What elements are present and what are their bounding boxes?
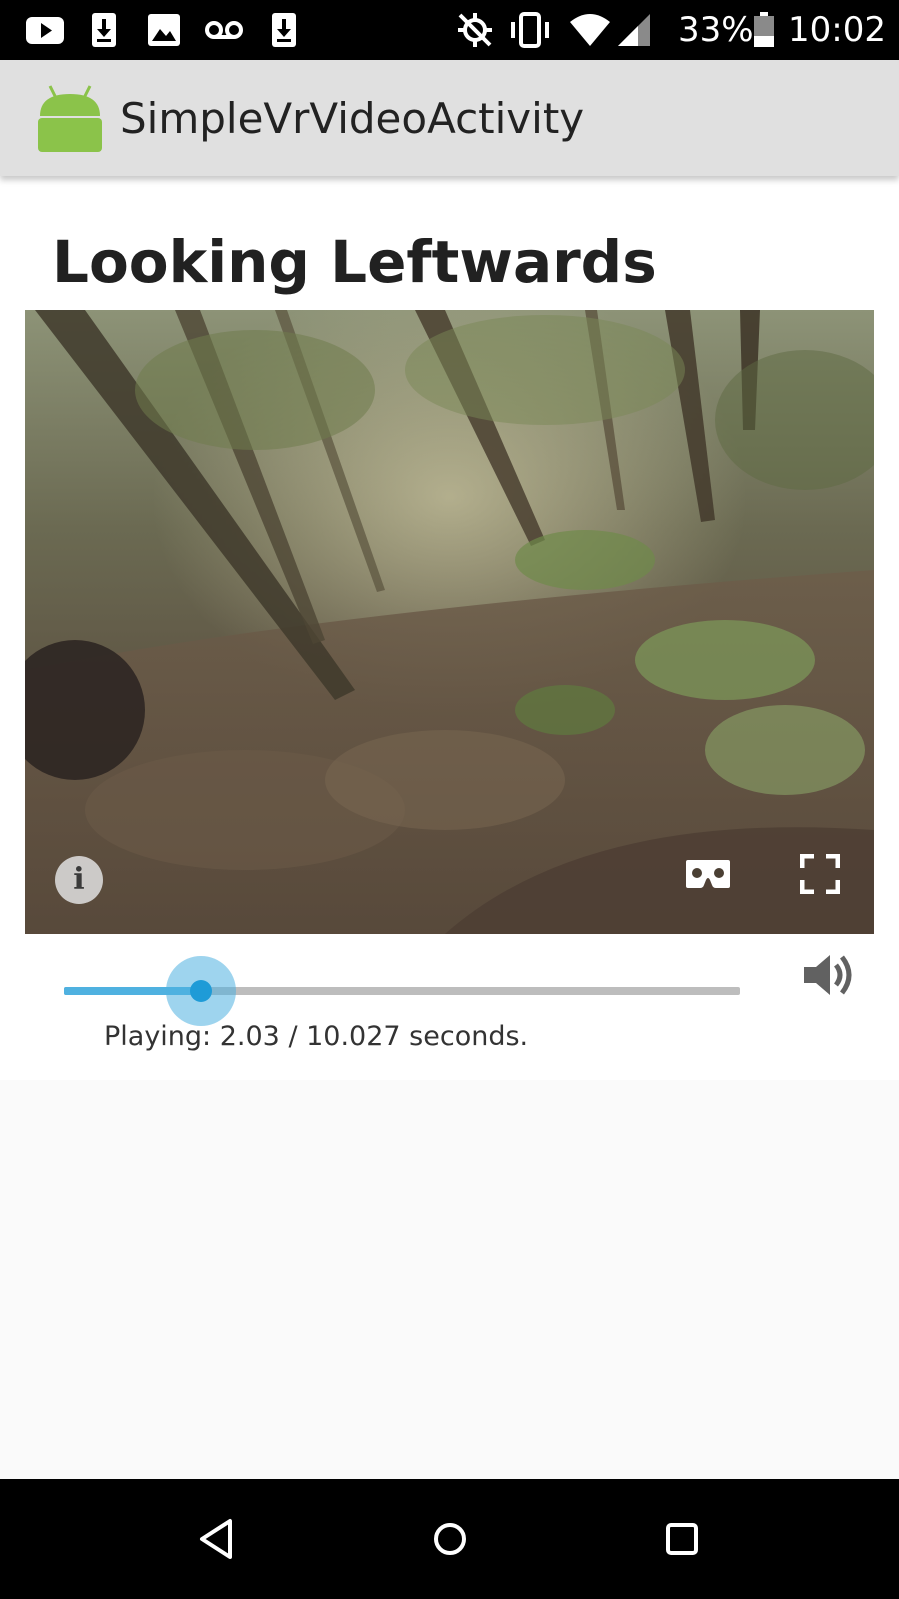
volume-icon[interactable] (800, 947, 856, 1003)
app-title: SimpleVrVideoActivity (120, 94, 585, 143)
recents-icon[interactable] (656, 1513, 708, 1565)
status-bar: 33% 10:02 (0, 0, 899, 60)
back-icon[interactable] (192, 1513, 244, 1565)
seek-thumb[interactable] (189, 980, 212, 1002)
vr-video-view[interactable]: i (25, 310, 874, 934)
download-icon (272, 13, 296, 47)
android-icon (38, 85, 102, 152)
vibrate-icon (511, 12, 549, 48)
location-off-icon (458, 13, 492, 47)
seek-bar[interactable] (64, 956, 740, 1026)
navigation-bar (0, 1479, 899, 1599)
fullscreen-icon[interactable] (800, 854, 840, 894)
clock: 10:02 (788, 10, 886, 50)
voicemail-icon (205, 21, 243, 39)
download-icon (92, 13, 116, 47)
youtube-icon (26, 17, 64, 44)
wifi-icon (570, 14, 610, 46)
signal-icon (618, 14, 650, 46)
battery-percent: 33% (678, 10, 754, 50)
app-bar: SimpleVrVideoActivity (0, 60, 899, 176)
forest-scene (25, 310, 874, 934)
playback-status-text: Playing: 2.03 / 10.027 seconds. (104, 1021, 529, 1052)
video-title: Looking Leftwards (52, 228, 657, 296)
cardboard-icon[interactable] (685, 858, 731, 890)
home-icon[interactable] (424, 1513, 476, 1565)
content-card: Looking Leftwards i Playing: 2.03 / 10.0… (0, 176, 899, 1080)
image-icon (148, 14, 180, 46)
info-button[interactable]: i (55, 856, 103, 904)
battery-icon (754, 12, 774, 47)
